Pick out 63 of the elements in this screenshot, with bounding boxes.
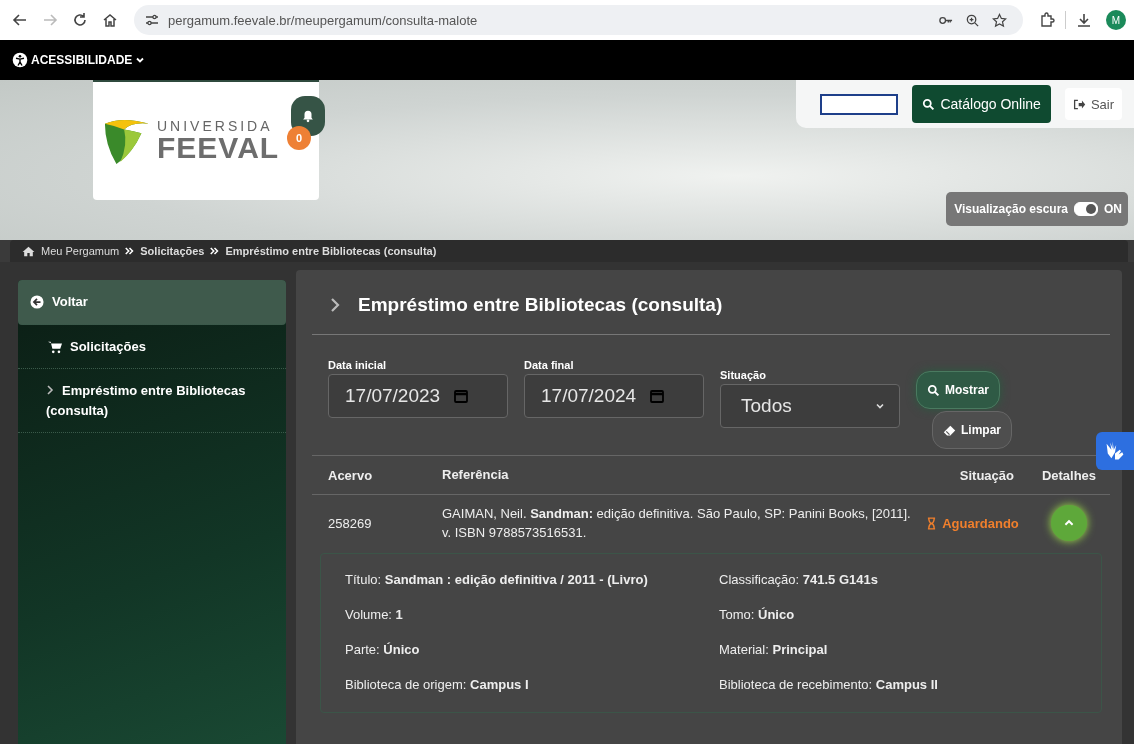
column-header: Situação xyxy=(958,467,1015,483)
hourglass-icon xyxy=(927,516,937,530)
bell-icon xyxy=(301,109,315,123)
double-chevron-icon xyxy=(125,247,135,255)
page-title: Empréstimo entre Bibliotecas (consulta) xyxy=(358,294,723,316)
status-dropdown[interactable]: Todos xyxy=(720,384,900,428)
logo-text: FEEVAL xyxy=(157,133,280,163)
table-cell-text: 258269 xyxy=(327,515,373,531)
field-label: Data inicial xyxy=(328,359,388,371)
home-icon xyxy=(22,245,35,257)
detail-text: Classificação: 741.5 G141s xyxy=(719,572,879,587)
catalog-button[interactable]: Catálogo Online xyxy=(912,85,1051,123)
detail-text: Biblioteca de recebimento: Campus II xyxy=(719,677,939,692)
clear-button[interactable]: Limpar xyxy=(932,411,1012,449)
date-field[interactable]: 17/07/2024 xyxy=(524,374,704,418)
site-settings-icon[interactable] xyxy=(144,12,160,28)
breadcrumb-link[interactable]: Meu Pergamum xyxy=(41,245,120,257)
caret-icon xyxy=(875,401,885,411)
logo-text: UNIVERSIDA xyxy=(157,119,273,133)
notification-button[interactable] xyxy=(291,96,325,136)
search-icon xyxy=(927,383,940,397)
toggle-state-text: ON xyxy=(1104,202,1122,216)
breadcrumb-link[interactable]: Empréstimo entre Bibliotecas (consulta) xyxy=(225,245,437,257)
logout-button[interactable]: Sair xyxy=(1064,88,1122,120)
detail-text: Parte: Único xyxy=(345,642,421,657)
detail-text: Tomo: Único xyxy=(719,607,796,622)
search-icon xyxy=(922,97,936,111)
column-header: Referência xyxy=(442,466,510,485)
detail-text: Título: Sandman : edição definitiva / 2011 - (Livro) xyxy=(345,572,649,587)
detail-text: Volume: 1 xyxy=(345,607,404,622)
eraser-icon xyxy=(943,423,956,437)
cart-icon xyxy=(48,339,62,354)
chevron-icon xyxy=(46,385,54,395)
sign-language-button[interactable] xyxy=(1096,432,1134,470)
field-label: Situação xyxy=(720,369,767,381)
sign-out-icon xyxy=(1072,97,1086,111)
address-bar[interactable]: pergamum.feevale.br/meupergamum/consulta-malote xyxy=(134,5,1023,35)
breadcrumb-link[interactable]: Solicitações xyxy=(140,245,205,257)
url-text: pergamum.feevale.br/meupergamum/consulta-malote xyxy=(168,12,478,28)
double-chevron-icon xyxy=(210,247,220,255)
column-header: Detalhes xyxy=(1040,467,1098,483)
show-button[interactable]: Mostrar xyxy=(916,371,1000,409)
date-field[interactable]: 17/07/2023 xyxy=(328,374,508,418)
field-label: Data final xyxy=(524,359,575,371)
table-cell-text: GAIMAN, Neil. Sandman: edição definitiva. São Paulo, SP: Panini Books, [2011]. v. ISBN 9788573516531. xyxy=(442,504,912,542)
dark-mode-toggle[interactable]: Visualização escura ON xyxy=(946,192,1128,226)
toggle-details-button[interactable] xyxy=(1051,505,1087,541)
sidebar-item[interactable]: Solicitações xyxy=(18,324,286,369)
detail-text: Material: Principal xyxy=(719,642,829,657)
detail-text: Biblioteca de origem: Campus I xyxy=(345,677,530,692)
sidebar-item[interactable]: Empréstimo entre Bibliotecas (consulta) xyxy=(18,369,286,433)
column-header: Acervo xyxy=(327,467,374,483)
notification-count-badge: 0 xyxy=(287,126,311,150)
status-label: Aguardando xyxy=(918,515,1028,531)
chevron-icon xyxy=(330,297,340,313)
back-arrow-icon xyxy=(30,295,44,309)
toggle-switch[interactable] xyxy=(1074,202,1098,216)
profile-avatar[interactable]: M xyxy=(1106,10,1126,30)
sidebar-item[interactable]: Voltar xyxy=(18,280,286,325)
caret-icon xyxy=(135,55,146,65)
accessibility-menu[interactable]: ACESSIBILIDADE xyxy=(12,52,146,68)
accessibility-icon xyxy=(12,52,28,68)
search-field[interactable] xyxy=(820,93,899,115)
